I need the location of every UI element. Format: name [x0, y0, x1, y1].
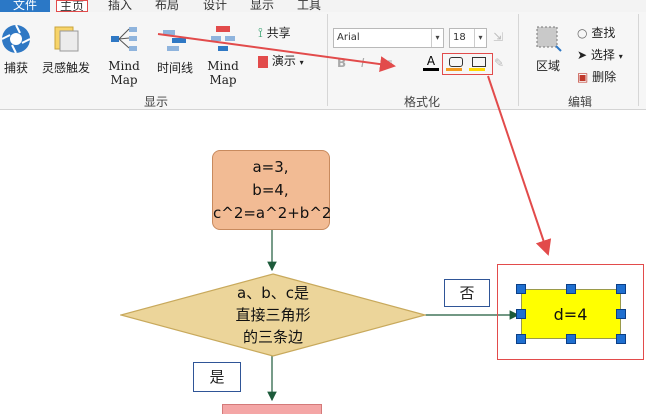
decision-line-1: a、b、c是: [237, 284, 309, 302]
flow-start-node[interactable]: a=3, b=4, c^2=a^2+b^2: [212, 150, 332, 230]
resize-handle-top[interactable]: [566, 284, 576, 294]
resize-handle-bottom-right[interactable]: [616, 334, 626, 344]
start-line-1: a=3,: [252, 158, 289, 176]
resize-handle-bottom[interactable]: [566, 334, 576, 344]
annotation-arrow-shape: [487, 75, 552, 256]
resize-handle-top-right[interactable]: [616, 284, 626, 294]
annotation-arrow-format: [157, 33, 396, 73]
resize-handle-bottom-left[interactable]: [516, 334, 526, 344]
resize-handle-right[interactable]: [616, 309, 626, 319]
branch-no-label[interactable]: 否: [444, 279, 490, 307]
decision-line-3: 的三条边: [242, 328, 303, 346]
resize-handle-top-left[interactable]: [516, 284, 526, 294]
start-line-2: b=4,: [252, 181, 289, 199]
flow-next-node[interactable]: [222, 404, 322, 414]
decision-line-2: 直接三角形: [235, 306, 311, 324]
start-line-3: c^2=a^2+b^2: [213, 204, 332, 222]
result-label: d=4: [553, 305, 588, 324]
branch-yes-label[interactable]: 是: [193, 362, 241, 392]
flow-result-node[interactable]: d=4: [521, 289, 621, 339]
resize-handle-left[interactable]: [516, 309, 526, 319]
